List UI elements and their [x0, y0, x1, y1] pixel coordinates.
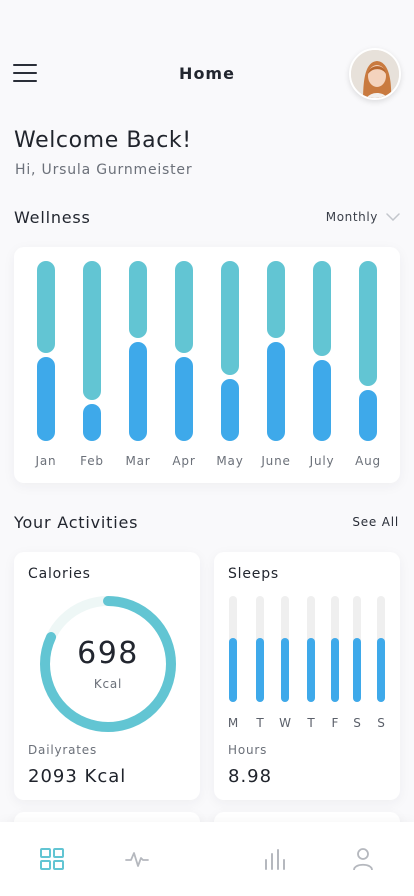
wellness-bar-bottom [37, 357, 55, 441]
activities-title: Your Activities [14, 513, 139, 532]
wellness-bar-top [37, 261, 55, 353]
wellness-month-label: July [309, 454, 335, 468]
sleep-day-label: M [227, 716, 239, 730]
tab-dashboard[interactable] [39, 846, 65, 872]
profile-icon [353, 848, 373, 871]
sleep-bar-fill [331, 638, 339, 702]
sleep-bar-fill [256, 638, 264, 702]
tab-activity[interactable] [124, 846, 150, 872]
sleep-bar-fill [307, 638, 315, 702]
wellness-bar-top [313, 261, 331, 356]
dailyrates-value: 2093 Kcal [28, 766, 127, 787]
sleep-bar-fill [229, 638, 237, 702]
avatar[interactable] [349, 48, 401, 100]
wellness-bar-top [129, 261, 147, 338]
dashboard-icon [40, 848, 64, 870]
tab-stats[interactable] [262, 846, 288, 872]
period-dropdown[interactable]: Monthly [326, 210, 400, 224]
sleep-bar-fill [281, 638, 289, 702]
hours-value: 8.98 [228, 766, 273, 787]
wellness-bar-bottom [129, 342, 147, 441]
calories-title: Calories [28, 566, 91, 582]
sleep-day-label: S [377, 716, 385, 730]
activity-icon [125, 852, 149, 867]
stats-icon [265, 849, 285, 870]
wellness-bar-bottom [175, 357, 193, 441]
sleep-day-label: W [279, 716, 291, 730]
tab-profile[interactable] [350, 846, 376, 872]
wellness-bar-bottom [83, 404, 101, 441]
calories-value: 698 [77, 636, 139, 671]
calories-card[interactable]: Calories 698 Kcal Dailyrates 2093 Kcal [14, 552, 200, 800]
see-all-link[interactable]: See All [352, 515, 399, 529]
wellness-bar-top [221, 261, 239, 375]
bottom-tab-bar [0, 822, 414, 896]
dailyrates-label: Dailyrates [28, 743, 97, 757]
wellness-bar-bottom [221, 379, 239, 441]
sleeps-card[interactable]: Sleeps Hours 8.98 MTWTFSS [214, 552, 400, 800]
sleep-day-label: T [256, 716, 264, 730]
wellness-month-label: May [216, 454, 244, 468]
wellness-bar-top [267, 261, 285, 338]
greeting-text: Hi, Ursula Gurnmeister [15, 162, 193, 178]
sleep-day-label: T [307, 716, 315, 730]
wellness-title: Wellness [14, 208, 91, 227]
calories-unit: Kcal [93, 677, 123, 691]
sleeps-title: Sleeps [228, 566, 279, 582]
wellness-bar-bottom [359, 390, 377, 441]
sleep-day-label: S [353, 716, 361, 730]
wellness-bar-bottom [313, 360, 331, 441]
chevron-down-icon [386, 213, 400, 221]
period-label: Monthly [325, 210, 378, 224]
sleep-bar-fill [377, 638, 385, 702]
sleep-bar-fill [353, 638, 361, 702]
wellness-bar-top [175, 261, 193, 353]
wellness-bar-bottom [267, 342, 285, 441]
header: Home [0, 44, 414, 104]
wellness-chart: Jan Feb Mar Apr May June July Aug [14, 247, 400, 483]
welcome-title: Welcome Back! [14, 128, 192, 153]
wellness-month-label: Feb [80, 454, 104, 468]
wellness-bar-top [359, 261, 377, 386]
sleep-day-label: F [331, 716, 339, 730]
wellness-month-label: June [261, 454, 291, 468]
wellness-bar-top [83, 261, 101, 400]
wellness-month-label: Apr [172, 454, 196, 468]
hours-label: Hours [228, 743, 268, 757]
wellness-month-label: Jan [35, 454, 57, 468]
wellness-month-label: Aug [355, 454, 381, 468]
wellness-month-label: Mar [125, 454, 151, 468]
